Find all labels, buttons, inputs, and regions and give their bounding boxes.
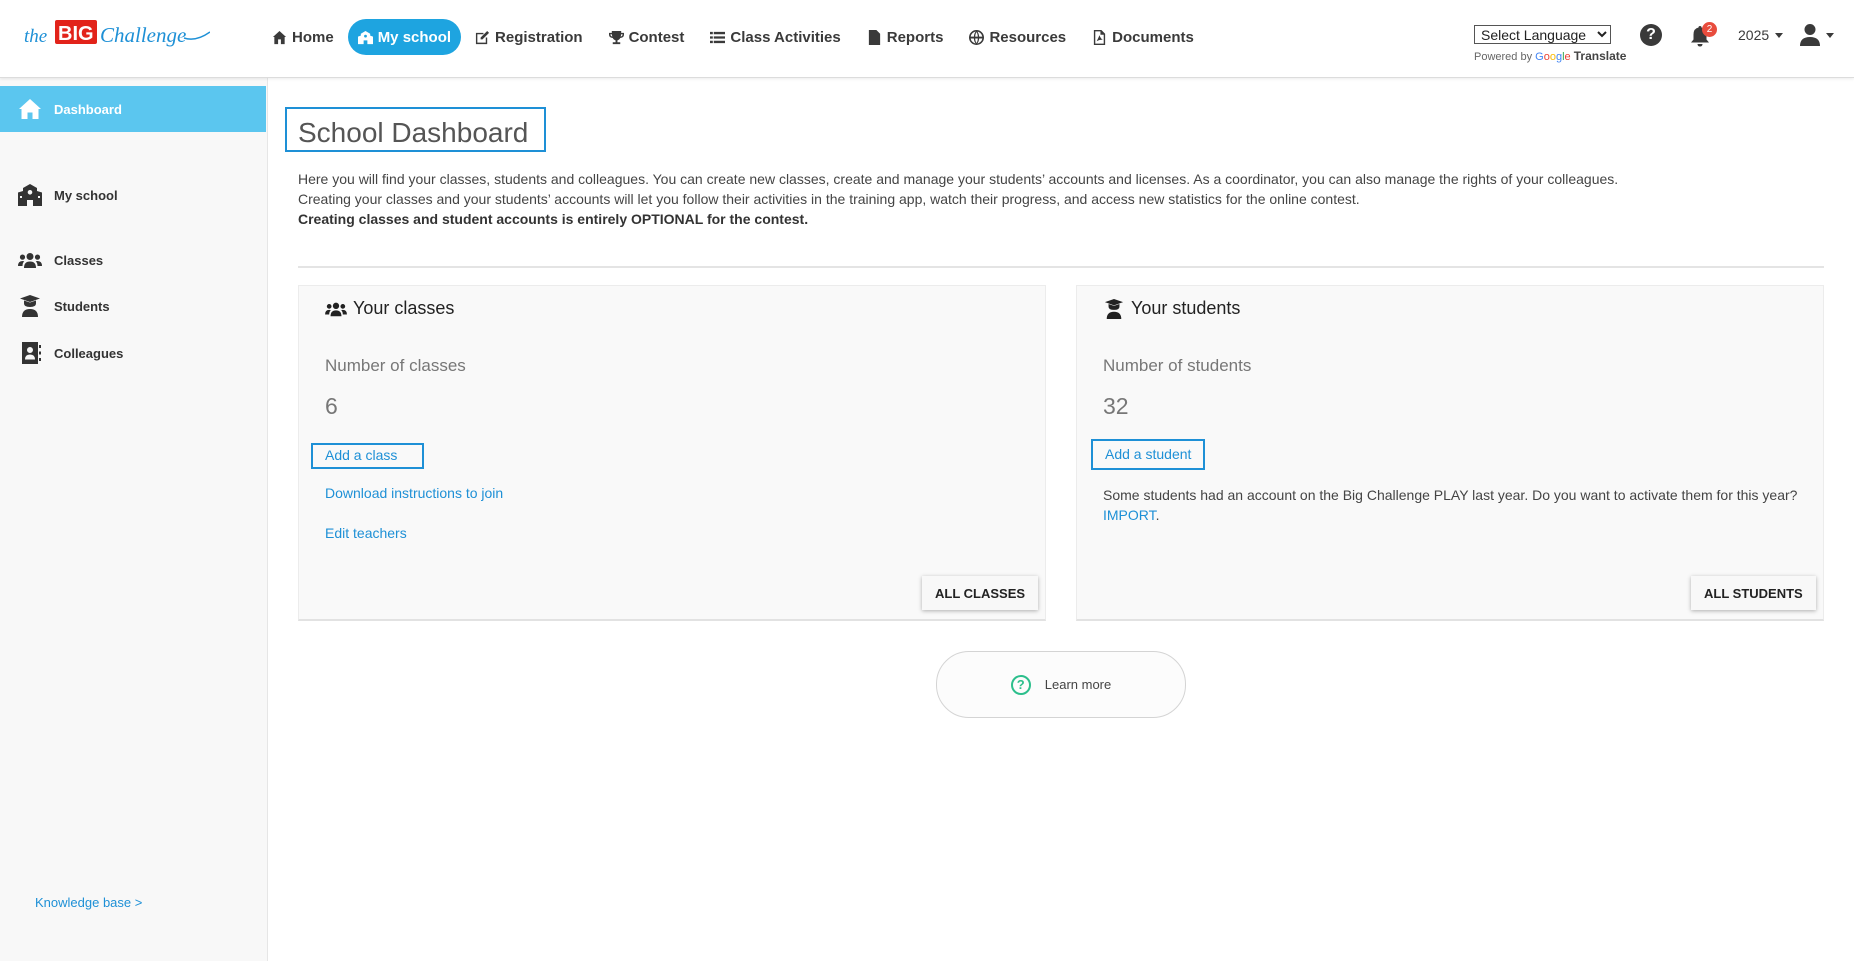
school-icon — [18, 184, 42, 206]
notification-count-badge: 2 — [1702, 22, 1717, 37]
sidebar-item-classes[interactable]: Classes — [0, 237, 266, 283]
import-period: . — [1155, 507, 1160, 523]
main-nav: Home My school Registration Contest Clas… — [260, 19, 1208, 55]
sidebar-item-my-school[interactable]: My school — [0, 172, 266, 218]
nav-documents-label: Documents — [1112, 28, 1194, 46]
home-icon — [19, 99, 41, 119]
powered-by-google: Powered by Google Translate — [1474, 49, 1626, 63]
sidebar-item-label: Students — [54, 298, 110, 314]
students-count-label: Number of students — [1103, 356, 1252, 375]
graduate-icon — [1104, 298, 1124, 319]
nav-class-activities[interactable]: Class Activities — [698, 19, 852, 55]
nav-home-label: Home — [292, 28, 334, 46]
nav-home[interactable]: Home — [260, 19, 346, 55]
trophy-icon — [608, 30, 624, 44]
add-class-button[interactable]: Add a class — [311, 443, 424, 469]
globe-icon — [969, 29, 985, 45]
nav-documents[interactable]: Documents — [1080, 19, 1206, 55]
google-letter: e — [1564, 51, 1571, 63]
nav-resources[interactable]: Resources — [957, 19, 1078, 55]
nav-registration-label: Registration — [495, 28, 583, 46]
top-header: the BIG Challenge Home My school Registr… — [0, 0, 1854, 78]
intro-text: Here you will find your classes, student… — [298, 169, 1818, 229]
classes-card: Your classes Number of classes 6 Add a c… — [298, 285, 1046, 621]
nav-my-school[interactable]: My school — [347, 19, 462, 55]
students-count: 32 — [1103, 393, 1129, 419]
nav-contest[interactable]: Contest — [597, 19, 697, 55]
students-card: Your students Number of students 32 Add … — [1076, 285, 1824, 621]
import-link[interactable]: IMPORT — [1103, 507, 1156, 523]
chevron-down-icon — [1775, 32, 1784, 38]
user-menu[interactable] — [1800, 24, 1834, 46]
year-value: 2025 — [1738, 27, 1770, 43]
svg-text:the: the — [24, 26, 47, 47]
nav-reports-label: Reports — [886, 28, 944, 46]
users-icon — [325, 302, 347, 316]
report-icon — [868, 29, 880, 45]
nav-reports[interactable]: Reports — [855, 19, 956, 55]
add-student-button[interactable]: Add a student — [1091, 439, 1205, 470]
address-book-icon — [22, 342, 41, 364]
google-letter: G — [1535, 51, 1544, 63]
home-icon — [272, 30, 287, 44]
sidebar-item-label: Classes — [54, 252, 104, 268]
sidebar-item-students[interactable]: Students — [0, 283, 266, 329]
sidebar-item-colleagues[interactable]: Colleagues — [0, 330, 266, 376]
school-icon — [357, 30, 373, 44]
sidebar-item-label: Dashboard — [54, 101, 122, 117]
intro-line-optional: Creating classes and student accounts is… — [298, 211, 809, 227]
edit-teachers-link[interactable]: Edit teachers — [325, 525, 407, 541]
powered-by-label: Powered by — [1474, 51, 1533, 63]
sidebar-item-label: My school — [54, 187, 118, 203]
intro-line: Here you will find your classes, student… — [298, 171, 1619, 187]
translate-link[interactable]: Translate — [1574, 49, 1627, 63]
learn-more-button[interactable]: ? Learn more — [936, 651, 1186, 718]
nav-contest-label: Contest — [628, 28, 685, 46]
all-students-button[interactable]: ALL STUDENTS — [1691, 576, 1816, 610]
import-students-text: Some students had an account on the Big … — [1103, 485, 1803, 525]
svg-text:BIG: BIG — [58, 23, 94, 45]
pdf-icon — [1094, 29, 1106, 45]
users-icon — [18, 253, 42, 268]
chevron-down-icon — [1826, 32, 1834, 38]
intro-line: Creating your classes and your students’… — [298, 191, 1360, 207]
list-icon — [710, 31, 726, 43]
divider — [298, 266, 1824, 268]
sidebar: Dashboard My school Classes Students Col… — [0, 78, 268, 961]
classes-count-label: Number of classes — [325, 356, 466, 375]
knowledge-base-link[interactable]: Knowledge base > — [35, 895, 142, 910]
page-title: School Dashboard — [285, 107, 546, 152]
help-icon[interactable]: ? — [1640, 24, 1662, 46]
question-circle-icon: ? — [1010, 674, 1031, 695]
nav-registration[interactable]: Registration — [463, 19, 595, 55]
sidebar-item-dashboard[interactable]: Dashboard — [0, 86, 266, 132]
nav-resources-label: Resources — [989, 28, 1067, 46]
user-icon — [1800, 24, 1820, 46]
card-title: Your students — [1103, 298, 1240, 319]
svg-text:Challenge: Challenge — [100, 23, 186, 47]
card-title-text: Your classes — [353, 298, 455, 318]
card-title: Your classes — [325, 298, 454, 319]
card-title-text: Your students — [1131, 298, 1241, 318]
language-select[interactable]: Select Language — [1474, 25, 1611, 44]
google-translate-widget: Select Language Powered by Google Transl… — [1474, 25, 1626, 63]
sidebar-item-label: Colleagues — [54, 345, 124, 361]
graduate-icon — [20, 295, 40, 317]
nav-class-activities-label: Class Activities — [730, 28, 841, 46]
year-dropdown[interactable]: 2025 — [1738, 27, 1784, 43]
learn-more-label: Learn more — [1044, 677, 1112, 692]
big-challenge-logo[interactable]: the BIG Challenge — [24, 18, 210, 52]
all-classes-button[interactable]: ALL CLASSES — [922, 576, 1039, 610]
import-description: Some students had an account on the Big … — [1103, 487, 1798, 503]
download-instructions-link[interactable]: Download instructions to join — [325, 485, 503, 501]
nav-my-school-label: My school — [377, 28, 452, 46]
classes-count: 6 — [325, 393, 338, 419]
edit-icon — [475, 30, 490, 44]
